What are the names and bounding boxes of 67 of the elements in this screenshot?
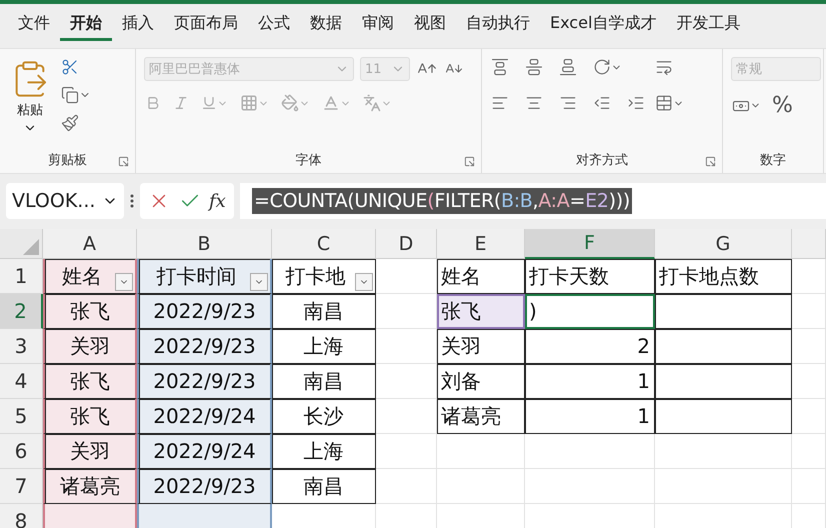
table-cell[interactable]: 打卡时间 bbox=[137, 259, 272, 294]
menu-tab[interactable]: 审阅 bbox=[352, 9, 404, 41]
name-box[interactable]: VLOOK... bbox=[6, 183, 124, 219]
row-header[interactable]: 1 bbox=[0, 259, 43, 294]
table-cell[interactable]: 打卡地 bbox=[272, 259, 376, 294]
row-header[interactable]: 5 bbox=[0, 399, 43, 434]
menu-tab[interactable]: 文件 bbox=[8, 9, 60, 41]
row-header[interactable]: 4 bbox=[0, 364, 43, 399]
table-cell[interactable]: 2022/9/23 bbox=[137, 329, 272, 364]
table-cell[interactable]: 张飞 bbox=[43, 294, 137, 329]
table-cell[interactable]: 打卡天数 bbox=[525, 259, 655, 294]
menu-tab[interactable]: 数据 bbox=[300, 9, 352, 41]
table-cell[interactable]: 张飞 bbox=[437, 294, 525, 329]
table-cell[interactable]: 南昌 bbox=[272, 469, 376, 504]
column-header[interactable]: F bbox=[525, 229, 655, 259]
group-label: 对齐方式 bbox=[576, 152, 628, 170]
table-cell[interactable]: 打卡地点数 bbox=[655, 259, 792, 294]
table-cell[interactable]: 诸葛亮 bbox=[43, 469, 137, 504]
table-cell[interactable]: 上海 bbox=[272, 329, 376, 364]
menu-tab[interactable]: 开始 bbox=[60, 9, 112, 41]
table-cell[interactable]: 关羽 bbox=[43, 329, 137, 364]
menu-tab[interactable]: 开发工具 bbox=[666, 9, 750, 41]
row-header[interactable]: 2 bbox=[0, 294, 43, 329]
menu-tab[interactable]: 公式 bbox=[248, 9, 300, 41]
table-cell[interactable]: 姓名 bbox=[43, 259, 137, 294]
column-header[interactable]: D bbox=[376, 229, 437, 259]
row-header[interactable]: 3 bbox=[0, 329, 43, 364]
table-cell[interactable]: 关羽 bbox=[437, 329, 525, 364]
table-cell[interactable]: 2022/9/23 bbox=[137, 364, 272, 399]
column-header[interactable]: C bbox=[272, 229, 376, 259]
table-cell[interactable]: 诸葛亮 bbox=[437, 399, 525, 434]
table-cell[interactable]: 张飞 bbox=[43, 399, 137, 434]
group-label: 数字 bbox=[760, 152, 786, 170]
table-cell[interactable]: 南昌 bbox=[272, 294, 376, 329]
column-header[interactable]: A bbox=[43, 229, 137, 259]
column-header[interactable]: B bbox=[137, 229, 272, 259]
table-cell[interactable]: 关羽 bbox=[43, 434, 137, 469]
table-cell[interactable]: 刘备 bbox=[437, 364, 525, 399]
table-cell[interactable]: 2022/9/24 bbox=[137, 399, 272, 434]
table-cell[interactable]: 2 bbox=[525, 329, 655, 364]
menu-tab[interactable]: 视图 bbox=[404, 9, 456, 41]
group-label: 字体 bbox=[296, 152, 322, 170]
menu-tab[interactable]: 自动执行 bbox=[456, 9, 540, 41]
table-cell[interactable]: ) bbox=[525, 294, 655, 329]
formula-text: =COUNTA(UNIQUE(FILTER(B:B,A:A=E2))) bbox=[252, 188, 632, 214]
row-header[interactable]: 8 bbox=[0, 504, 43, 528]
formula-field[interactable]: =COUNTA(UNIQUE(FILTER(B:B,A:A=E2))) bbox=[240, 183, 826, 219]
paste-button[interactable]: 粘贴 bbox=[8, 57, 52, 147]
column-header[interactable]: E bbox=[437, 229, 525, 259]
table-cell[interactable]: 长沙 bbox=[272, 399, 376, 434]
menu-tab[interactable]: Excel自学成才 bbox=[540, 9, 666, 41]
table-cell[interactable]: 张飞 bbox=[43, 364, 137, 399]
row-header[interactable]: 6 bbox=[0, 434, 43, 469]
table-cell[interactable]: 姓名 bbox=[437, 259, 525, 294]
table-cell[interactable]: 1 bbox=[525, 364, 655, 399]
insert-function-button[interactable]: fx bbox=[208, 190, 226, 212]
row-header[interactable]: 7 bbox=[0, 469, 43, 504]
table-cell[interactable]: 2022/9/23 bbox=[137, 294, 272, 329]
column-header[interactable]: G bbox=[655, 229, 792, 259]
table-cell[interactable]: 2022/9/23 bbox=[137, 469, 272, 504]
group-label: 剪贴板 bbox=[48, 152, 87, 170]
menu-tab[interactable]: 页面布局 bbox=[164, 9, 248, 41]
table-cell[interactable]: 1 bbox=[525, 399, 655, 434]
table-cell[interactable]: 上海 bbox=[272, 434, 376, 469]
menu-tab[interactable]: 插入 bbox=[112, 9, 164, 41]
table-cell[interactable]: 南昌 bbox=[272, 364, 376, 399]
table-cell[interactable]: 2022/9/24 bbox=[137, 434, 272, 469]
